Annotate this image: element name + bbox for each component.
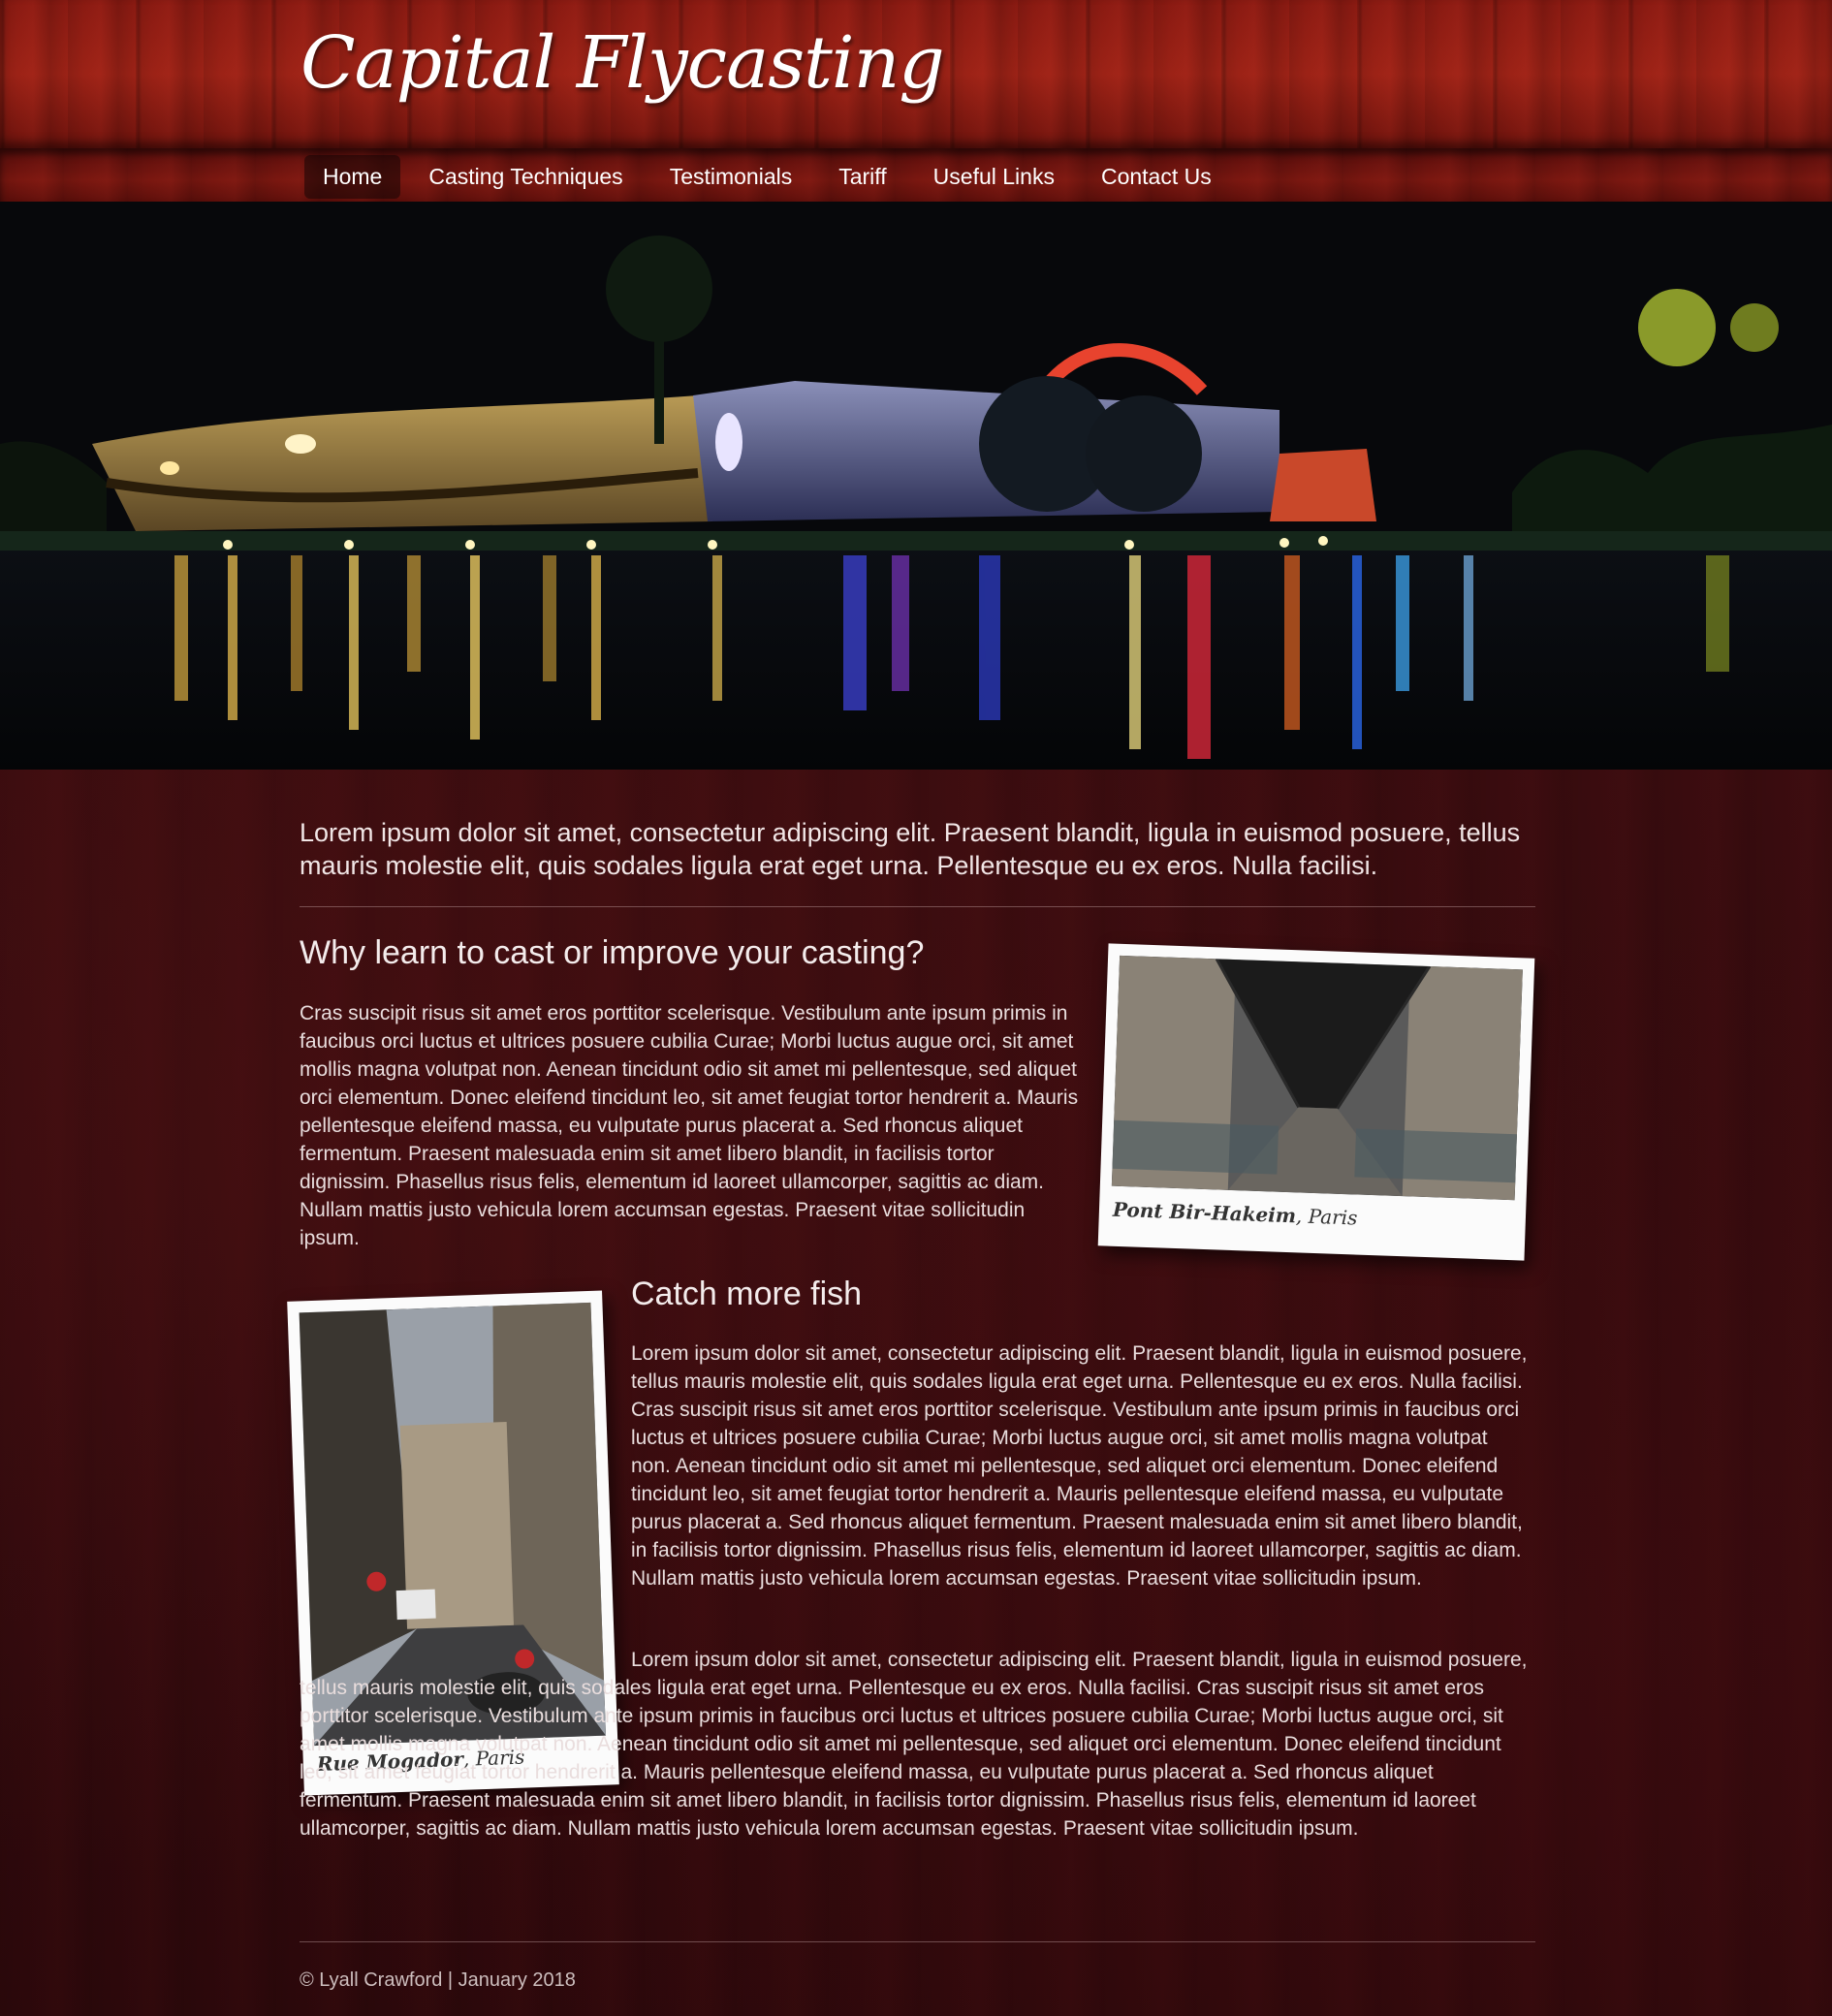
- nav-item-home[interactable]: Home: [304, 155, 401, 199]
- site-logo[interactable]: Capital Flycasting: [300, 21, 945, 105]
- nav-item-contact-us[interactable]: Contact Us: [1083, 155, 1230, 199]
- hero-image: [0, 202, 1832, 770]
- nav-item-tariff[interactable]: Tariff: [820, 155, 904, 199]
- section2-para2: Lorem ipsum dolor sit amet, consectetur …: [300, 1646, 1532, 1843]
- nav-item-casting-techniques[interactable]: Casting Techniques: [410, 155, 641, 199]
- site-header: Capital Flycasting: [0, 0, 1832, 148]
- section2-para1: Lorem ipsum dolor sit amet, consectetur …: [631, 1339, 1532, 1592]
- section1-paragraph: Cras suscipit risus sit amet eros portti…: [300, 1002, 1079, 1249]
- nav-item-useful-links[interactable]: Useful Links: [915, 155, 1073, 199]
- section1-heading: Why learn to cast or improve your castin…: [300, 934, 925, 971]
- divider: [300, 906, 1535, 907]
- section2-paragraph-1: Lorem ipsum dolor sit amet, consectetur …: [631, 1342, 1528, 1590]
- photo-caption-city: , Paris: [1295, 1204, 1358, 1230]
- section1-text: Cras suscipit risus sit amet eros portti…: [300, 999, 1080, 1252]
- section2-paragraph-2: Lorem ipsum dolor sit amet, consectetur …: [300, 1649, 1528, 1840]
- intro-text: Lorem ipsum dolor sit amet, consectetur …: [300, 818, 1521, 880]
- footer-divider: [300, 1941, 1535, 1942]
- section2-heading: Catch more fish: [631, 1276, 863, 1312]
- nav-item-testimonials[interactable]: Testimonials: [651, 155, 811, 199]
- photo-caption: Pont Bir-Hakeim, Paris: [1113, 1198, 1358, 1230]
- main-nav: Home Casting Techniques Testimonials Tar…: [0, 148, 1832, 202]
- main-content: Lorem ipsum dolor sit amet, consectetur …: [0, 770, 1832, 2016]
- photo-image: [1111, 955, 1523, 1201]
- photo-caption-place: Pont Bir-Hakeim: [1112, 1197, 1297, 1228]
- photo-pont-bir-hakeim[interactable]: Pont Bir-Hakeim, Paris: [1097, 943, 1535, 1261]
- footer-text: © Lyall Crawford | January 2018: [300, 1969, 576, 1991]
